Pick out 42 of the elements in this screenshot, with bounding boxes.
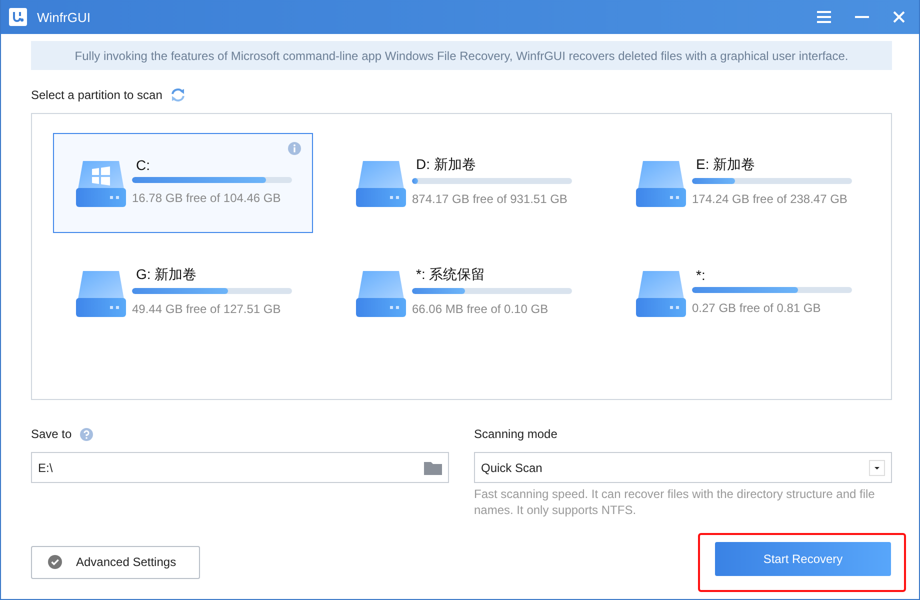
partition-name: *: 系统保留 <box>416 266 486 284</box>
free-space-text: 66.06 MB free of 0.10 GB <box>412 302 550 316</box>
window-title: WinfrGUI <box>37 10 92 24</box>
field-label: Save to <box>31 427 72 441</box>
free-space-text: 0.27 GB free of 0.81 GB <box>692 301 822 315</box>
partition-name: G: 新加卷 <box>136 266 198 284</box>
info-icon[interactable] <box>288 142 301 155</box>
partition-name: *: <box>696 267 706 283</box>
section-label: Select a partition to scan <box>31 88 162 102</box>
partition-name: D: 新加卷 <box>416 156 477 174</box>
help-icon[interactable] <box>80 428 93 440</box>
drive-icon <box>76 269 126 317</box>
partition-card[interactable]: E: 新加卷 174.24 GB free of 238.47 GB <box>613 133 873 233</box>
drive-icon <box>356 269 406 317</box>
save-path-field[interactable]: E:\ <box>31 452 449 483</box>
partition-card[interactable]: C: 16.78 GB free of 104.46 GB <box>53 133 313 233</box>
menu-icon[interactable] <box>817 11 831 23</box>
partition-card[interactable]: *: 0.27 GB free of 0.81 GB <box>613 243 873 343</box>
banner-text: Fully invoking the features of Microsoft command-line app Windows File Recovery, WinfrGUI recovers deleted files with a graphical user interface. <box>74 48 848 62</box>
drive-icon <box>76 159 126 207</box>
drive-icon <box>636 269 686 317</box>
partition-card[interactable]: *: 系统保留 66.06 MB free of 0.10 GB <box>333 243 593 343</box>
scanning-mode-dropdown[interactable]: Quick Scan <box>474 452 892 483</box>
caret-icon <box>869 460 885 476</box>
free-space-text: 174.24 GB free of 238.47 GB <box>692 192 848 206</box>
partition-card[interactable]: D: 新加卷 874.17 GB free of 931.51 GB <box>333 133 593 233</box>
free-space-text: 49.44 GB free of 127.51 GB <box>132 302 282 316</box>
close-icon[interactable] <box>893 11 905 23</box>
folder-icon[interactable] <box>424 460 442 474</box>
drive-icon <box>356 159 406 207</box>
partition-name: E: 新加卷 <box>696 156 756 174</box>
free-space-text: 874.17 GB free of 931.51 GB <box>412 192 568 206</box>
field-label: Scanning mode <box>474 427 558 441</box>
advanced-settings-button[interactable]: Advanced Settings <box>31 546 200 578</box>
partition-name: C: <box>136 157 151 173</box>
drive-icon <box>636 159 686 207</box>
refresh-icon[interactable] <box>170 88 186 102</box>
partition-card[interactable]: G: 新加卷 49.44 GB free of 127.51 GB <box>53 243 313 343</box>
free-space-text: 16.78 GB free of 104.46 GB <box>132 191 282 205</box>
app-logo-icon <box>9 8 27 26</box>
mode-description: Fast scanning speed. It can recover files with the directory structure and file names. It only supports NTFS. <box>474 486 876 518</box>
check-circle-icon <box>48 555 62 569</box>
